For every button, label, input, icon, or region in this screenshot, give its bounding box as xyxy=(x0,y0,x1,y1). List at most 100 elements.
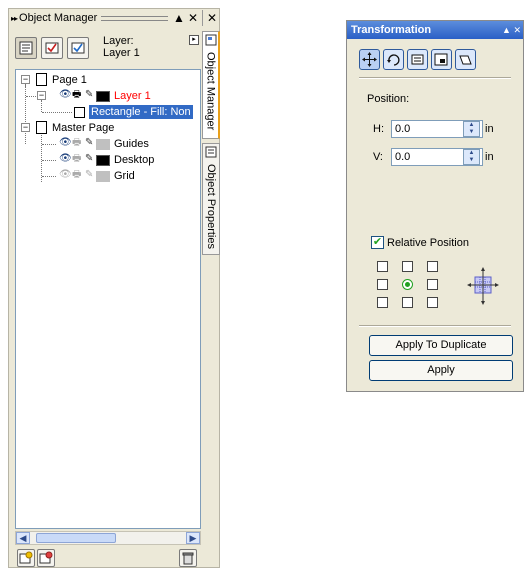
tree-connector xyxy=(26,96,36,97)
rotate-button[interactable] xyxy=(383,49,404,70)
printer-icon[interactable]: 🖶 xyxy=(72,152,81,166)
anchor-top-right[interactable] xyxy=(427,261,438,272)
tab-object-manager[interactable]: Object Manager xyxy=(202,31,220,139)
tree-connector xyxy=(42,176,56,177)
rectangle-object-icon xyxy=(74,107,85,118)
tree-item-master-page[interactable]: − Master Page xyxy=(16,120,200,136)
object-properties-tab-icon xyxy=(205,146,217,158)
scroll-right-arrow-icon[interactable]: ▶ xyxy=(186,532,200,544)
layer-color-swatch[interactable] xyxy=(96,139,110,150)
printer-icon[interactable]: 🖶 xyxy=(72,136,81,150)
titlebar-grip-lines xyxy=(101,15,168,21)
tab-label: Object Properties xyxy=(205,164,217,249)
edit-pencil-icon[interactable]: ✎ xyxy=(85,152,93,166)
close-docker-icon[interactable]: ✕ xyxy=(205,10,219,26)
anchor-bottom-center[interactable] xyxy=(402,297,413,308)
docker-side-tabs: Object Manager Object Properties xyxy=(202,31,220,271)
transformation-docker: Transformation ▲ ✕ Position: H: 0.0 ▲ ▼ … xyxy=(346,20,524,392)
edit-pencil-icon[interactable]: ✎ xyxy=(85,168,93,182)
tree-item-label: Page 1 xyxy=(52,74,87,86)
anchor-top-center[interactable] xyxy=(402,261,413,272)
skew-button[interactable] xyxy=(455,49,476,70)
new-layer-button[interactable] xyxy=(17,549,35,567)
apply-button[interactable]: Apply xyxy=(369,360,513,381)
rotate-icon xyxy=(387,54,400,66)
close-icon[interactable]: ✕ xyxy=(513,25,521,35)
tree-item-label: Guides xyxy=(114,138,149,150)
tree-item-guides[interactable]: 👁 🖶 ✎ Guides xyxy=(16,136,200,152)
collapse-tree-icon[interactable]: − xyxy=(21,123,30,132)
tree-connector xyxy=(42,144,56,145)
scrollbar-thumb[interactable] xyxy=(36,533,116,543)
position-icon xyxy=(362,52,377,67)
new-master-layer-icon xyxy=(39,551,53,564)
printer-icon[interactable]: 🖶 xyxy=(72,168,81,182)
tree-item-label: Rectangle - Fill: Non xyxy=(89,105,193,119)
tab-label: Object Manager xyxy=(204,52,217,131)
collapse-icon[interactable]: ▲ xyxy=(502,25,511,35)
collapse-tree-icon[interactable]: − xyxy=(37,91,46,100)
spin-up-icon[interactable]: ▲ xyxy=(464,122,479,129)
transformation-titlebar[interactable]: Transformation ▲ ✕ xyxy=(347,21,523,39)
edit-pencil-icon[interactable]: ✎ xyxy=(85,136,93,150)
tree-item-label: Grid xyxy=(114,170,135,182)
delete-button[interactable] xyxy=(179,549,197,567)
layer-color-swatch[interactable] xyxy=(96,171,110,182)
docker-grip-icon[interactable]: ▸▸ xyxy=(11,14,18,23)
object-manager-tab-icon xyxy=(205,34,217,46)
edit-pencil-icon[interactable]: ✎ xyxy=(85,88,93,102)
scroll-left-arrow-icon[interactable]: ◀ xyxy=(16,532,30,544)
tree-item-desktop[interactable]: 👁 🖶 ✎ Desktop xyxy=(16,152,200,168)
position-preview-icon xyxy=(467,267,499,305)
layer-color-swatch[interactable] xyxy=(96,155,110,166)
anchor-top-left[interactable] xyxy=(377,261,388,272)
edit-across-layers-button[interactable] xyxy=(41,37,63,59)
h-spinner[interactable]: ▲ ▼ xyxy=(463,121,480,137)
object-manager-content: Layer: Layer 1 ▸ − Page 1 − 👁 🖶 ✎ Layer … xyxy=(15,31,201,567)
object-manager-footer xyxy=(15,547,201,569)
layer-manager-view-button[interactable] xyxy=(67,37,89,59)
object-tree[interactable]: − Page 1 − 👁 🖶 ✎ Layer 1 Rectangle - Fil… xyxy=(15,69,201,529)
close-icon[interactable]: ✕ xyxy=(186,10,200,26)
visibility-eye-icon[interactable]: 👁 xyxy=(59,152,72,166)
anchor-middle-left[interactable] xyxy=(377,279,388,290)
scale-mirror-button[interactable] xyxy=(407,49,428,70)
tab-object-properties[interactable]: Object Properties xyxy=(202,143,220,255)
v-unit-label: in xyxy=(485,151,494,163)
tree-item-label: Master Page xyxy=(52,122,115,134)
current-layer-name: Layer 1 xyxy=(103,47,140,59)
new-master-layer-button[interactable] xyxy=(37,549,55,567)
h-label: H: xyxy=(373,123,384,135)
anchor-bottom-right[interactable] xyxy=(427,297,438,308)
anchor-bottom-left[interactable] xyxy=(377,297,388,308)
tree-item-layer-1[interactable]: − 👁 🖶 ✎ Layer 1 xyxy=(16,88,200,104)
relative-position-checkbox[interactable]: ✔ xyxy=(371,236,384,249)
visibility-eye-icon[interactable]: 👁 xyxy=(59,136,72,150)
visibility-eye-icon[interactable]: 👁 xyxy=(59,88,72,102)
anchor-middle-right[interactable] xyxy=(427,279,438,290)
show-object-properties-button[interactable] xyxy=(15,37,37,59)
visibility-eye-icon[interactable]: 👁 xyxy=(59,168,72,182)
collapse-icon[interactable]: ▲ xyxy=(172,10,186,26)
v-spinner[interactable]: ▲ ▼ xyxy=(463,149,480,165)
tree-item-rectangle[interactable]: Rectangle - Fill: Non xyxy=(16,104,200,120)
collapse-tree-icon[interactable]: − xyxy=(21,75,30,84)
spin-down-icon[interactable]: ▼ xyxy=(464,129,479,136)
spin-down-icon[interactable]: ▼ xyxy=(464,157,479,164)
delete-icon xyxy=(182,552,194,565)
spin-up-icon[interactable]: ▲ xyxy=(464,150,479,157)
horizontal-scrollbar[interactable]: ◀ ▶ xyxy=(15,531,201,545)
buttons-separator xyxy=(359,325,511,327)
layer-color-swatch[interactable] xyxy=(96,91,110,102)
anchor-center[interactable] xyxy=(402,279,413,290)
tree-item-grid[interactable]: 👁 🖶 ✎ Grid xyxy=(16,168,200,184)
printer-icon[interactable]: 🖶 xyxy=(72,88,81,102)
position-button[interactable] xyxy=(359,49,380,70)
layer-menu-arrow-icon[interactable]: ▸ xyxy=(189,35,199,45)
size-button[interactable] xyxy=(431,49,452,70)
tree-item-page-1[interactable]: − Page 1 xyxy=(16,72,200,88)
apply-to-duplicate-button[interactable]: Apply To Duplicate xyxy=(369,335,513,356)
object-manager-header: Layer: Layer 1 ▸ xyxy=(15,31,201,65)
object-manager-titlebar[interactable]: ▸▸ Object Manager ▲ ✕ ✕ xyxy=(9,9,219,27)
tree-item-label: Desktop xyxy=(114,154,155,166)
